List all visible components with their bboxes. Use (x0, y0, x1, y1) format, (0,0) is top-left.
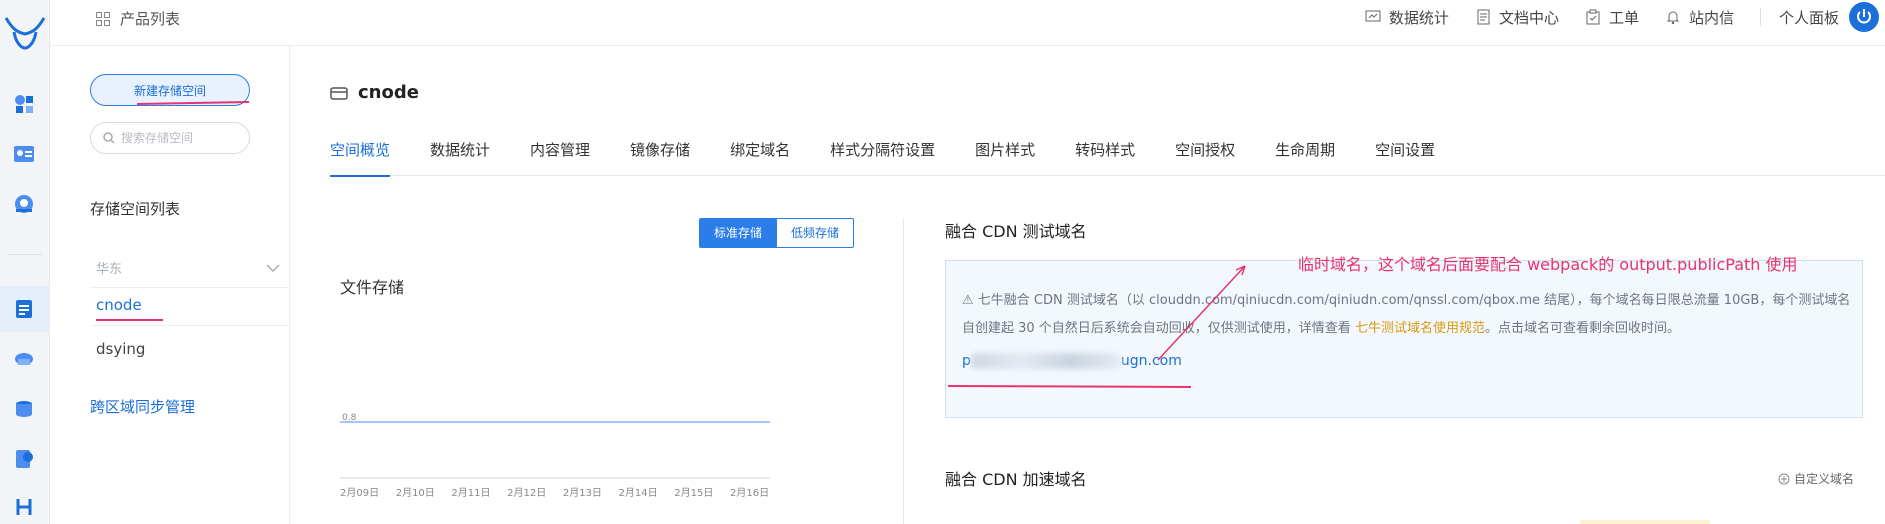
top-nav: 数据统计 文档中心 工单 站内信 个人面板 (1365, 0, 1885, 34)
bucket-search[interactable] (90, 122, 250, 154)
bucket-sidebar: 新建存储空间 存储空间列表 华东 cnode dsying 跨区域同步管理 (50, 46, 290, 524)
bucket-item-dsying[interactable]: dsying (90, 340, 290, 358)
nav-tickets-label: 工单 (1608, 8, 1639, 27)
tab-style-separator[interactable]: 样式分隔符设置 (830, 130, 935, 176)
tab-lifecycle[interactable]: 生命周期 (1275, 130, 1335, 176)
document-icon (1477, 9, 1490, 25)
report-icon[interactable] (12, 447, 36, 471)
nav-divider (1759, 8, 1761, 26)
tab-bind-domain[interactable]: 绑定域名 (730, 130, 790, 176)
x-tick-label: 2月13日 (563, 487, 602, 499)
transcode-icon[interactable] (12, 495, 36, 519)
bucket-header: cnode (330, 82, 419, 103)
x-tick-label: 2月14日 (619, 487, 658, 499)
product-list-link[interactable]: 产品列表 (96, 8, 180, 29)
storage-type-toggle: 标准存储 低频存储 (699, 218, 855, 248)
cdn-test-notice: ⚠ 七牛融合 CDN 测试域名（以 clouddn.com/qiniucdn.c… (945, 260, 1863, 418)
tab-image-style[interactable]: 图片样式 (975, 130, 1035, 176)
new-bucket-button[interactable]: 新建存储空间 (90, 74, 250, 106)
infrequent-storage-button[interactable]: 低频存储 (777, 218, 855, 248)
nav-messages-label: 站内信 (1688, 8, 1734, 27)
add-circle-icon (1778, 473, 1790, 484)
bucket-tabs: 空间概览 数据统计 内容管理 镜像存储 绑定域名 样式分隔符设置 图片样式 转码… (330, 130, 1885, 177)
bucket-item-cnode[interactable]: cnode (90, 296, 290, 314)
x-tick-label: 2月10日 (396, 487, 435, 499)
custom-domain-button[interactable]: 自定义域名 (1778, 470, 1854, 487)
database-icon[interactable] (12, 397, 36, 421)
tab-authorization[interactable]: 空间授权 (1175, 130, 1235, 176)
file-storage-title: 文件存储 (340, 278, 405, 297)
tab-settings[interactable]: 空间设置 (1375, 130, 1435, 176)
nav-tickets[interactable]: 工单 (1585, 7, 1639, 28)
tab-mirror[interactable]: 镜像存储 (630, 130, 690, 176)
bucket-search-input[interactable] (121, 131, 241, 145)
bucket-icon (330, 86, 348, 100)
tab-transcode-style[interactable]: 转码样式 (1075, 130, 1135, 176)
main-content: cnode 空间概览 数据统计 内容管理 镜像存储 绑定域名 样式分隔符设置 图… (290, 46, 1885, 524)
cloud-storage-icon[interactable] (12, 347, 36, 371)
tab-overview[interactable]: 空间概览 (330, 130, 391, 177)
nav-personal-panel[interactable]: 个人面板 (1779, 7, 1839, 28)
cross-region-sync-link[interactable]: 跨区域同步管理 (90, 396, 195, 417)
annotation-note: 临时域名，这个域名后面要配合 webpack的 output.publicPat… (1298, 255, 1798, 274)
bucket-list-title: 存储空间列表 (90, 200, 181, 218)
power-icon (1857, 9, 1871, 24)
nav-stats[interactable]: 数据统计 (1365, 7, 1449, 28)
storage-list-icon[interactable] (12, 297, 36, 321)
product-list-label: 产品列表 (120, 10, 181, 28)
top-bar: 产品列表 数据统计 文档中心 工单 站内信 个人面板 (50, 0, 1885, 46)
left-rail (0, 0, 50, 524)
nav-docs-label: 文档中心 (1498, 8, 1559, 27)
cdn-notice-text: ⚠ 七牛融合 CDN 测试域名（以 clouddn.com/qiniucdn.c… (962, 287, 1852, 343)
nav-messages[interactable]: 站内信 (1665, 7, 1734, 28)
nav-stats-label: 数据统计 (1388, 8, 1449, 27)
search-icon (103, 132, 115, 144)
bucket-title: cnode (358, 82, 419, 103)
test-domain-prefix: p (962, 353, 971, 369)
logo-icon[interactable] (2, 12, 48, 52)
rail-divider (8, 254, 42, 255)
standard-storage-button[interactable]: 标准存储 (699, 218, 778, 248)
chevron-down-icon (266, 263, 280, 272)
file-storage-chart: 0.82月09日 2月10日 2月11日 2月12日 2月13日 2月14日 2月15日 2月… (340, 413, 770, 499)
cdn-accel-domain-title: 融合 CDN 加速域名 (945, 470, 1087, 489)
tab-content[interactable]: 内容管理 (530, 130, 590, 176)
x-tick-label: 2月16日 (730, 487, 769, 499)
clipboard-icon (1586, 9, 1600, 25)
x-tick-label: 2月15日 (674, 487, 713, 499)
region-select[interactable]: 华东 (90, 248, 290, 288)
support-icon[interactable] (12, 192, 36, 216)
apps-icon[interactable] (12, 92, 36, 116)
bucket-divider (90, 325, 290, 326)
status-badge (1580, 520, 1710, 524)
panel-divider (903, 218, 904, 524)
x-tick-label: 2月12日 (507, 487, 546, 499)
nav-docs[interactable]: 文档中心 (1475, 7, 1559, 28)
cdn-test-domain-title: 融合 CDN 测试域名 (945, 222, 1087, 241)
cdn-test-rules-link[interactable]: 七牛测试域名使用规范 (1355, 321, 1485, 336)
monitor-chart-icon (1365, 10, 1381, 22)
grid-icon (96, 11, 110, 26)
x-tick-label: 2月11日 (451, 487, 490, 499)
cdn-notice-part-b: 。点击域名可查看剩余回收时间。 (1484, 321, 1680, 336)
bell-icon (1666, 11, 1680, 25)
tab-statistics[interactable]: 数据统计 (430, 130, 490, 176)
contact-card-icon[interactable] (12, 142, 36, 166)
custom-domain-label: 自定义域名 (1794, 472, 1855, 486)
test-domain-suffix: ugn.com (1120, 353, 1182, 369)
region-label: 华东 (96, 262, 123, 277)
avatar[interactable] (1849, 2, 1879, 32)
x-tick-label: 2月09日 (340, 487, 379, 499)
test-domain-link[interactable]: p ugn.com (962, 353, 1182, 369)
redacted-blur (970, 353, 1121, 369)
